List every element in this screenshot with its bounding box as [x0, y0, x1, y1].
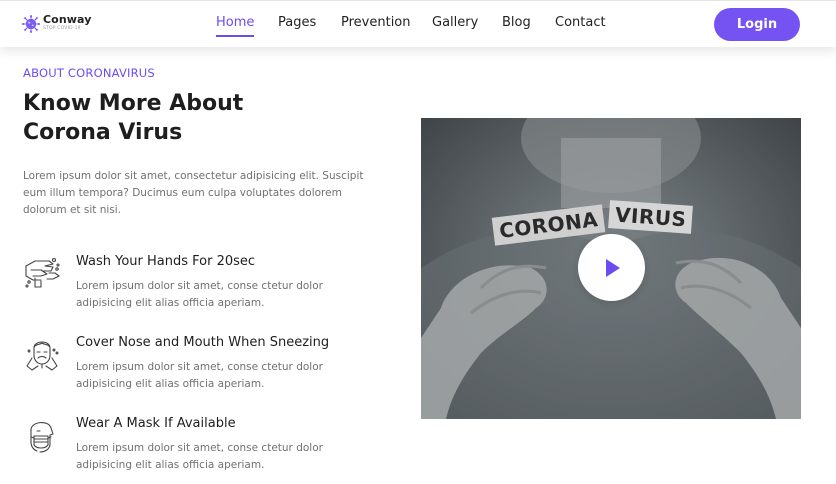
play-button[interactable]	[578, 234, 645, 301]
video-player[interactable]: CORONA VIRUS	[421, 118, 801, 419]
nav-home-label: Home	[216, 15, 255, 30]
section-title-line2: Corona Virus	[23, 120, 183, 145]
wash-hands-icon	[25, 257, 60, 288]
feature-title: Wear A Mask If Available	[76, 416, 236, 431]
nav-pages[interactable]: Pages	[278, 15, 316, 31]
section-title: Know More About Corona Virus	[23, 89, 323, 147]
video-card-right: VIRUS	[608, 200, 694, 234]
feature-description: Lorem ipsum dolor sit amet, conse ctetur…	[76, 280, 323, 309]
logo-tagline: STOP COVID-19	[43, 26, 81, 31]
face-mask-icon	[30, 422, 54, 453]
play-icon	[605, 258, 620, 277]
section-intro: Lorem ipsum dolor sit amet, consectetur …	[23, 170, 364, 216]
feature-item: Cover Nose and Mouth When Sneezing Lorem…	[23, 335, 383, 397]
feature-title: Cover Nose and Mouth When Sneezing	[76, 335, 330, 350]
nav-contact[interactable]: Contact	[555, 15, 606, 31]
feature-description: Lorem ipsum dolor sit amet, conse ctetur…	[76, 361, 323, 390]
login-button[interactable]: Login	[714, 8, 800, 41]
nav-gallery[interactable]: Gallery	[432, 15, 478, 31]
sneezing-person-icon	[26, 341, 59, 371]
nav-active-underline	[216, 35, 255, 37]
section-eyebrow: ABOUT CORONAVIRUS	[23, 66, 155, 80]
virus-logo-icon	[22, 15, 40, 33]
site-header: Conway STOP COVID-19 Home Pages Preventi…	[0, 0, 836, 47]
feature-item: Wear A Mask If Available Lorem ipsum dol…	[23, 416, 383, 478]
section-title-line1: Know More About	[23, 91, 244, 116]
feature-description: Lorem ipsum dolor sit amet, conse ctetur…	[76, 442, 323, 471]
logo-name: Conway	[43, 13, 92, 26]
nav-prevention[interactable]: Prevention	[341, 15, 411, 31]
nav-home[interactable]: Home	[216, 15, 255, 37]
logo[interactable]: Conway STOP COVID-19	[22, 13, 91, 33]
nav-blog[interactable]: Blog	[502, 15, 531, 31]
feature-title: Wash Your Hands For 20sec	[76, 254, 256, 269]
feature-item: Wash Your Hands For 20sec Lorem ipsum do…	[23, 254, 383, 316]
